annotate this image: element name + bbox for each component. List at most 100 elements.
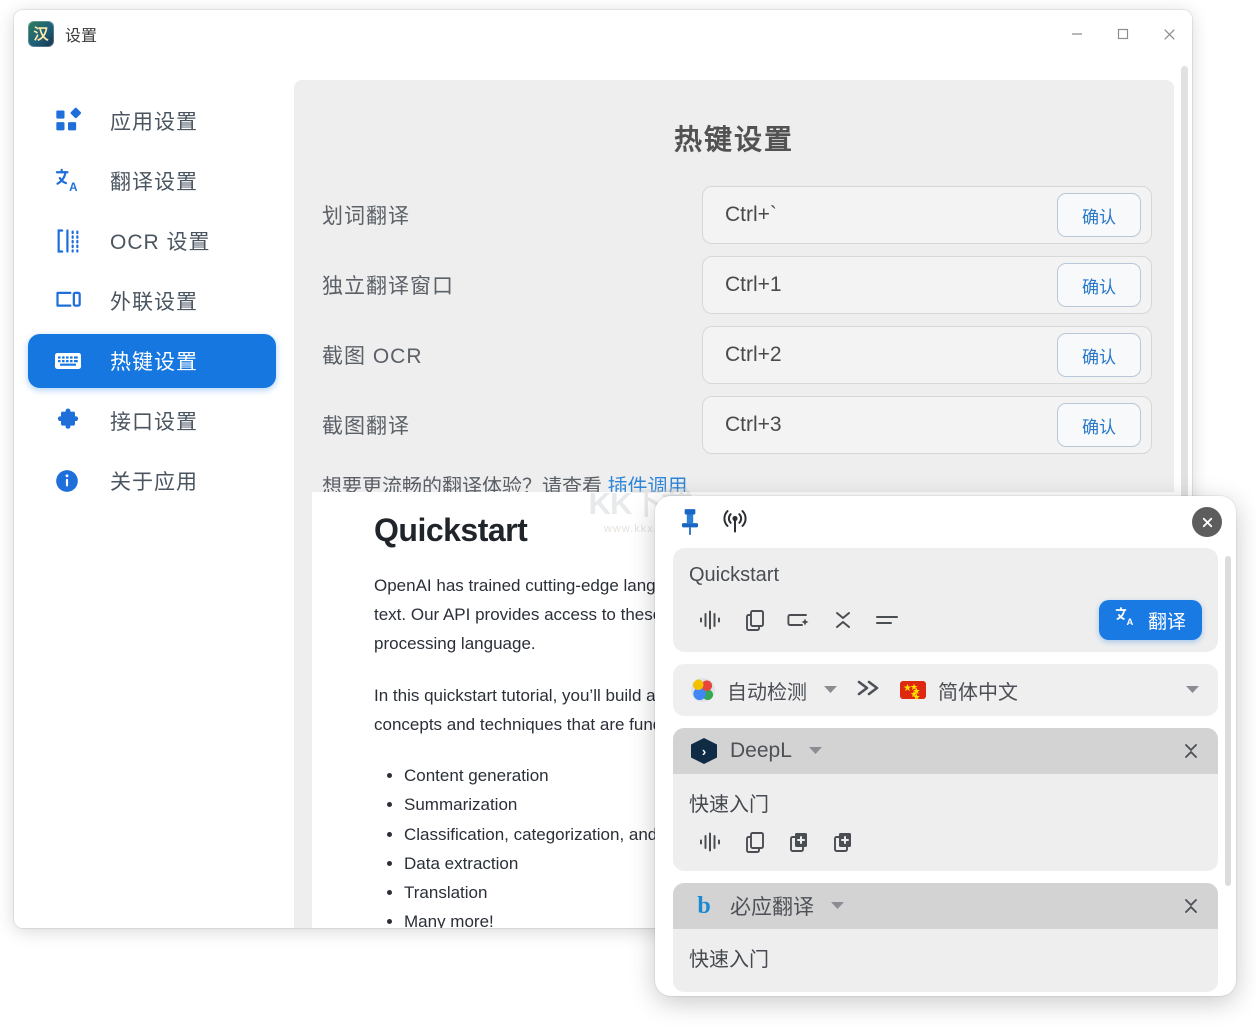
confirm-button[interactable]: 确认 xyxy=(1057,403,1141,447)
hotkey-row: 截图翻译 Ctrl+3 确认 xyxy=(322,390,1152,460)
collapse-chevrons-icon[interactable] xyxy=(821,603,865,637)
popup-header xyxy=(655,496,1236,548)
engine-header[interactable]: › DeepL xyxy=(673,728,1218,774)
hotkey-value: Ctrl+` xyxy=(725,203,777,226)
sidebar-item-label: 接口设置 xyxy=(110,411,198,434)
confirm-button[interactable]: 确认 xyxy=(1057,193,1141,237)
translate-button[interactable]: A 翻译 xyxy=(1098,600,1202,640)
screen: 汉 设置 应用设置 A 翻译设置 OCR 设置 外联设置 热键设置 接口设置 关… xyxy=(0,0,1256,1027)
window-controls xyxy=(1054,10,1192,58)
broadcast-icon[interactable] xyxy=(721,508,749,536)
result-text[interactable]: 快速入门 xyxy=(689,943,1202,972)
confirm-button[interactable]: 确认 xyxy=(1057,263,1141,307)
speak-waveform-icon[interactable] xyxy=(689,603,733,637)
sidebar: 应用设置 A 翻译设置 OCR 设置 外联设置 热键设置 接口设置 关于应用 xyxy=(14,66,290,928)
engine-name: 必应翻译 xyxy=(730,896,814,919)
bing-logo-icon: b xyxy=(697,892,711,919)
engine-name: DeepL xyxy=(730,739,792,762)
flag-cn-icon: ★ ★ ★ ★ ★ xyxy=(900,681,926,701)
sidebar-item-label: 热键设置 xyxy=(110,351,198,374)
sidebar-item-label: 关于应用 xyxy=(110,471,198,494)
sidebar-item-external-settings[interactable]: 外联设置 xyxy=(28,274,276,328)
swap-languages-button[interactable] xyxy=(854,677,884,704)
window-title: 设置 xyxy=(65,28,98,45)
hotkey-value: Ctrl+1 xyxy=(725,273,782,296)
page-title: 热键设置 xyxy=(673,124,794,155)
hotkey-label: 独立翻译窗口 xyxy=(322,275,454,298)
svg-text:A: A xyxy=(69,181,78,194)
popup-scrollbar[interactable] xyxy=(1225,556,1231,982)
language-bar: 自动检测 ★ ★ ★ ★ ★ 简体中文 xyxy=(673,664,1218,716)
translation-popup: Quickstart A 翻译 自动检测 ★ ★ ★ ★ ★ 简体中文 › De… xyxy=(655,496,1236,996)
sidebar-item-translate-settings[interactable]: A 翻译设置 xyxy=(28,154,276,208)
hotkey-label: 截图 OCR xyxy=(322,345,423,368)
sidebar-item-label: 翻译设置 xyxy=(110,171,198,194)
devices-link-icon xyxy=(54,286,88,316)
hotkey-input[interactable]: Ctrl+` 确认 xyxy=(702,186,1152,244)
ocr-scan-icon xyxy=(54,226,88,256)
deepl-logo-icon: › xyxy=(691,738,717,764)
hotkey-list: 划词翻译 Ctrl+` 确认 独立翻译窗口 Ctrl+1 确认 截图 OCR C… xyxy=(294,158,1174,460)
translate-icon: A xyxy=(54,166,88,196)
keyboard-icon xyxy=(54,346,88,376)
info-icon xyxy=(54,466,88,496)
globe-auto-detect-icon xyxy=(691,678,715,702)
engine-chevron-down-icon[interactable] xyxy=(830,897,845,915)
hotkey-input[interactable]: Ctrl+1 确认 xyxy=(702,256,1152,314)
popup-body: Quickstart A 翻译 自动检测 ★ ★ ★ ★ ★ 简体中文 › De… xyxy=(655,548,1236,996)
confirm-button[interactable]: 确认 xyxy=(1057,333,1141,377)
hotkey-row: 截图 OCR Ctrl+2 确认 xyxy=(322,320,1152,390)
source-language-select[interactable]: 自动检测 xyxy=(691,676,838,705)
minimize-icon[interactable] xyxy=(1054,13,1100,55)
collapse-toggle-icon[interactable] xyxy=(1182,741,1200,761)
add-to-collection-icon[interactable] xyxy=(821,825,865,859)
engine-result: 快速入门 xyxy=(673,774,1218,871)
format-lines-icon[interactable] xyxy=(865,603,909,637)
hotkey-label: 划词翻译 xyxy=(322,205,410,228)
collapse-toggle-icon[interactable] xyxy=(1182,896,1200,916)
sidebar-item-api-settings[interactable]: 接口设置 xyxy=(28,394,276,448)
sidebar-item-label: 应用设置 xyxy=(110,111,198,134)
source-toolbar: A 翻译 xyxy=(689,600,1202,640)
result-text[interactable]: 快速入门 xyxy=(689,788,1202,817)
hotkey-row: 划词翻译 Ctrl+` 确认 xyxy=(322,180,1152,250)
magic-card-icon[interactable] xyxy=(777,603,821,637)
engine-result: 快速入门 xyxy=(673,929,1218,992)
engine-block-deepl: › DeepL 快速入门 xyxy=(673,728,1218,871)
apps-grid-icon xyxy=(54,106,88,136)
scrollbar-thumb[interactable] xyxy=(1225,556,1231,886)
sidebar-item-ocr-settings[interactable]: OCR 设置 xyxy=(28,214,276,268)
hotkey-value: Ctrl+2 xyxy=(725,343,782,366)
source-text[interactable]: Quickstart xyxy=(689,564,1202,590)
source-language-label: 自动检测 xyxy=(727,681,807,704)
speak-waveform-icon[interactable] xyxy=(689,825,733,859)
add-to-card-icon[interactable] xyxy=(777,825,821,859)
result-toolbar xyxy=(689,825,1202,859)
source-card: Quickstart A 翻译 xyxy=(673,548,1218,652)
close-icon[interactable] xyxy=(1146,13,1192,55)
svg-text:A: A xyxy=(1126,617,1133,628)
translate-button-label: 翻译 xyxy=(1147,611,1186,633)
target-language-select[interactable]: ★ ★ ★ ★ ★ 简体中文 xyxy=(900,676,1018,705)
target-language-label: 简体中文 xyxy=(938,681,1018,704)
sidebar-item-label: OCR 设置 xyxy=(110,231,211,254)
hotkey-input[interactable]: Ctrl+3 确认 xyxy=(702,396,1152,454)
scrollbar-thumb[interactable] xyxy=(1181,66,1188,516)
sidebar-item-about[interactable]: 关于应用 xyxy=(28,454,276,508)
copy-icon[interactable] xyxy=(733,825,777,859)
sidebar-item-app-settings[interactable]: 应用设置 xyxy=(28,94,276,148)
close-icon[interactable] xyxy=(1192,507,1222,537)
sidebar-item-hotkey-settings[interactable]: 热键设置 xyxy=(28,334,276,388)
target-chevron-down-icon[interactable] xyxy=(1185,681,1200,699)
maximize-icon[interactable] xyxy=(1100,13,1146,55)
engine-chevron-down-icon[interactable] xyxy=(808,742,823,760)
translate-icon: A xyxy=(1115,606,1139,634)
copy-icon[interactable] xyxy=(733,603,777,637)
hotkey-value: Ctrl+3 xyxy=(725,413,782,436)
chevron-down-icon xyxy=(823,681,838,699)
hotkey-label: 截图翻译 xyxy=(322,415,410,438)
puzzle-icon xyxy=(54,406,88,436)
engine-header[interactable]: b 必应翻译 xyxy=(673,883,1218,929)
pin-icon[interactable] xyxy=(677,507,703,537)
hotkey-input[interactable]: Ctrl+2 确认 xyxy=(702,326,1152,384)
